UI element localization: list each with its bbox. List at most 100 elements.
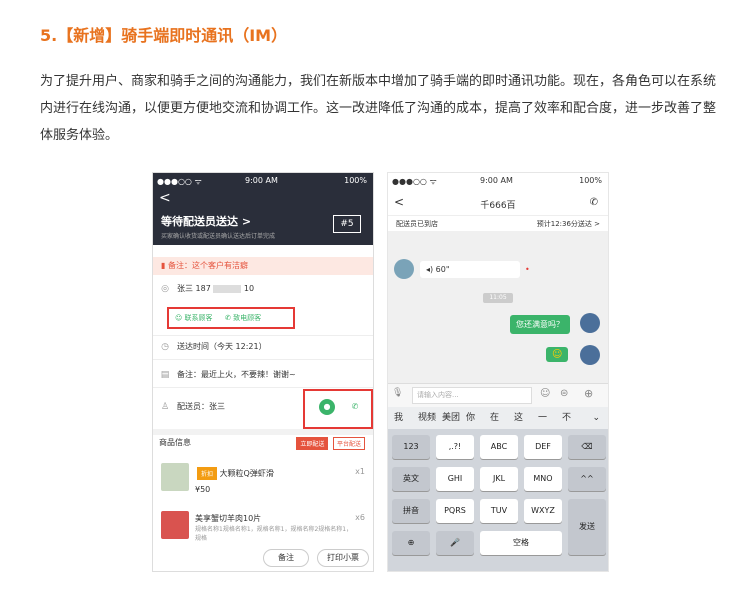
emoji-icon[interactable]: ☺: [540, 388, 550, 399]
courier-icon: ♙: [160, 402, 170, 412]
phone-icon: ✆: [351, 402, 359, 411]
candidate-word[interactable]: 在: [490, 407, 499, 429]
candidate-word[interactable]: 一: [538, 407, 547, 429]
voice-message[interactable]: ◂) 60": [420, 261, 520, 278]
customer-name: 张三 187: [177, 284, 211, 293]
masked-phone: [213, 284, 242, 293]
key-letter[interactable]: ABC: [480, 435, 518, 459]
chevron-down-icon[interactable]: ⌄: [592, 407, 600, 429]
key-letter[interactable]: ,.?!: [436, 435, 474, 459]
sent-message[interactable]: 您还满意吗？: [510, 315, 570, 334]
tag-instant: 立即配送: [296, 437, 329, 450]
order-header: ●●●○○ ᯤ 9:00 AM 100% < 等待配送员送达 > 买家确认收货或…: [153, 173, 373, 245]
input-bar: 🎙 请输入内容... ☺ ⊜ ⊕: [388, 383, 608, 407]
item1-qty: x1: [355, 467, 365, 476]
candidate-word[interactable]: 不: [562, 407, 571, 429]
key-letter[interactable]: 拼音: [392, 499, 430, 523]
contact-customer-button[interactable]: ☺ 联系顾客: [175, 314, 213, 322]
voice-input-icon[interactable]: 🎙: [392, 388, 403, 398]
customer-note: ▮ 备注：这个客户有洁癖: [153, 257, 373, 275]
order-status-bar[interactable]: 配送员已到店 预计12:36分送达 >: [388, 215, 608, 231]
phone-icon[interactable]: ✆: [590, 197, 598, 208]
note-icon: ▮: [161, 261, 168, 270]
key-letter[interactable]: JKL: [480, 467, 518, 491]
status-time: 9:00 AM: [245, 176, 278, 185]
globe-key[interactable]: ⊕: [392, 531, 430, 555]
item1-tag: 折扣: [197, 467, 218, 480]
status-text: 配送员已到店: [396, 220, 438, 228]
signal-icon: ●●●○○ ᯤ: [392, 177, 437, 186]
avatar: [394, 259, 414, 279]
chat-header: ●●●○○ ᯤ 9:00 AM 100% < 千666百 ✆: [388, 173, 608, 215]
avatar: [580, 313, 600, 333]
chat-button[interactable]: ●: [319, 399, 335, 415]
candidate-word[interactable]: 你: [466, 407, 475, 429]
item1-price: ¥50: [195, 485, 211, 494]
key-letter[interactable]: ^^: [568, 467, 606, 491]
mic-key[interactable]: 🎤: [436, 531, 474, 555]
emoji-message[interactable]: ☺: [546, 347, 569, 362]
remark-button[interactable]: 备注: [263, 549, 309, 567]
plus-icon[interactable]: ⊕: [584, 387, 593, 400]
divider: [153, 335, 373, 336]
chat-screenshot: ●●●○○ ᯤ 9:00 AM 100% < 千666百 ✆ 配送员已到店 预计…: [387, 172, 609, 572]
chat-title: 千666百: [480, 201, 516, 211]
customer-row: ◎ 张三 187 10: [153, 283, 373, 294]
phone-tail: 10: [243, 284, 255, 293]
key-letter[interactable]: DEF: [524, 435, 562, 459]
status-time: 9:00 AM: [480, 176, 513, 185]
key-backspace[interactable]: ⌫: [568, 435, 606, 459]
call-customer-button[interactable]: ✆ 致电顾客: [225, 314, 261, 322]
eta-text: 预计12:36分送达 >: [536, 220, 600, 228]
candidate-word[interactable]: 这: [514, 407, 523, 429]
clock-icon: ◷: [161, 342, 169, 352]
tag-platform: 平台配送: [332, 437, 365, 450]
item2-name: 美享蟹切羊肉10片: [195, 514, 262, 523]
item2-row: 美享蟹切羊肉10片 x6: [153, 513, 373, 524]
key-letter[interactable]: GHI: [436, 467, 474, 491]
keyboard: 我视频 美团你在这一不 ⌄ 123,.?! ABC DEF ⌫ 英文 GHI JKL MNO ^^ 拼…: [388, 407, 608, 571]
avatar: [580, 345, 600, 365]
key-letter[interactable]: 英文: [392, 467, 430, 491]
section-gap: [153, 429, 373, 435]
more-icon[interactable]: ⊜: [560, 388, 568, 399]
goods-header: 商品信息 立即配送 平台配送: [153, 437, 373, 450]
order-status-title[interactable]: 等待配送员送达 >: [161, 213, 251, 229]
space-key[interactable]: 空格: [480, 531, 562, 555]
back-button[interactable]: <: [159, 190, 171, 206]
delivery-time-row: ◷ 送达时间（今天 12:21）: [153, 341, 373, 352]
order-status-subtitle: 买家确认收货或配送员确认送达后订单完成: [161, 233, 276, 240]
order-number-badge: #5: [333, 215, 361, 233]
call-button[interactable]: ✆: [347, 399, 363, 415]
unread-dot: •: [525, 265, 530, 274]
key-letter[interactable]: PQRS: [436, 499, 474, 523]
location-icon: ◎: [161, 284, 169, 294]
key-letter[interactable]: WXYZ: [524, 499, 562, 523]
candidate-bar: 我视频 美团你在这一不 ⌄: [388, 407, 608, 429]
key-letter[interactable]: MNO: [524, 467, 562, 491]
item1-row: 折扣 大颗粒Q弹虾滑 x1: [153, 467, 373, 480]
message-timestamp: 11:05: [483, 293, 513, 303]
item2-desc: 规格名称1规格名称1，规格名称1，规格名称2规格名称1，规格: [195, 526, 353, 542]
candidate-word[interactable]: 美团: [442, 407, 460, 429]
remark-icon: ▤: [160, 370, 170, 380]
candidate-word[interactable]: 视频: [418, 407, 436, 429]
divider: [153, 359, 373, 360]
battery-icon: 100%: [579, 176, 602, 185]
candidate-word[interactable]: 我: [394, 407, 403, 429]
key-letter[interactable]: 123: [392, 435, 430, 459]
send-key[interactable]: 发送: [568, 499, 606, 555]
battery-icon: 100%: [344, 176, 367, 185]
message-input[interactable]: 请输入内容...: [412, 387, 532, 404]
contact-actions: ☺ 联系顾客 ✆ 致电顾客: [153, 313, 373, 323]
print-receipt-button[interactable]: 打印小票: [317, 549, 369, 567]
note-text: 备注：这个客户有洁癖: [167, 261, 248, 270]
chat-icon: ●: [323, 402, 331, 411]
intro-paragraph: 为了提升用户、商家和骑手之间的沟通能力，我们在新版本中增加了骑手端的即时通讯功能…: [40, 74, 717, 143]
signal-icon: ●●●○○ ᯤ: [157, 177, 202, 186]
section-heading: 5.【新增】骑手端即时通讯（IM）: [40, 26, 288, 45]
key-letter[interactable]: TUV: [480, 499, 518, 523]
item2-qty: x6: [355, 513, 365, 522]
remark-row: ▤ 备注：最近上火，不要辣！谢谢~: [160, 370, 296, 380]
item1-name: 大颗粒Q弹虾滑: [219, 469, 274, 478]
